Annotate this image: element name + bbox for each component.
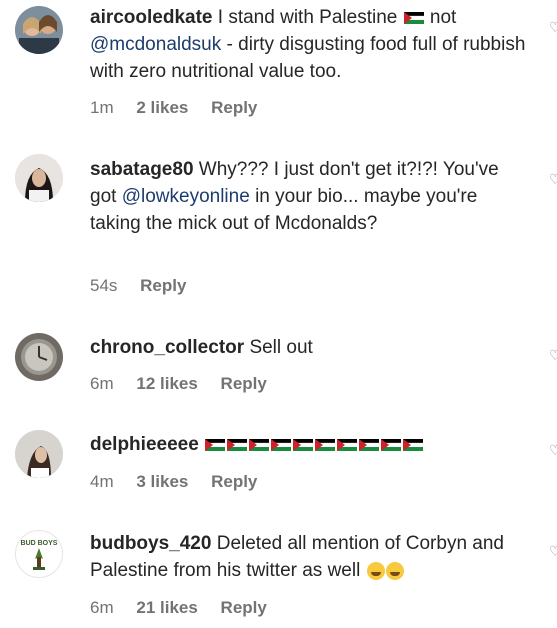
- palestine-flag-icon: [205, 439, 225, 451]
- flag-emoji-row: [204, 434, 424, 455]
- username[interactable]: budboys_420: [90, 533, 211, 554]
- avatar[interactable]: BUD BOYS: [15, 530, 63, 578]
- laughing-face-icon: [385, 561, 404, 580]
- comment-body: sabatage80 Why??? I just don't get it?!?…: [90, 156, 530, 237]
- comment-text-part: I stand with Palestine: [217, 7, 398, 28]
- comment-body: budboys_420 Deleted all mention of Corby…: [90, 530, 530, 584]
- comment-meta: 54s Reply: [90, 276, 204, 296]
- comment-meta: 4m 3 likes Reply: [90, 472, 275, 492]
- comment-text-part: Sell out: [249, 337, 313, 358]
- palestine-flag-icon: [227, 439, 247, 451]
- palestine-flag-icon: [315, 439, 335, 451]
- avatar[interactable]: [15, 6, 63, 54]
- likes-count[interactable]: 21 likes: [136, 598, 197, 617]
- username[interactable]: chrono_collector: [90, 337, 244, 358]
- comment-meta: 6m 12 likes Reply: [90, 374, 285, 394]
- username[interactable]: delphieeeee: [90, 434, 199, 455]
- comment-text: delphieeeee: [90, 431, 530, 458]
- likes-count[interactable]: 3 likes: [136, 472, 188, 491]
- heart-icon[interactable]: ♡: [549, 443, 557, 457]
- timestamp: 4m: [90, 472, 114, 491]
- palestine-flag-icon: [293, 439, 313, 451]
- comment-text: budboys_420 Deleted all mention of Corby…: [90, 530, 530, 584]
- comment-text: sabatage80 Why??? I just don't get it?!?…: [90, 156, 530, 237]
- timestamp: 6m: [90, 374, 114, 393]
- reply-button[interactable]: Reply: [221, 374, 267, 393]
- comment-body: delphieeeee: [90, 431, 530, 458]
- comment-body: chrono_collector Sell out: [90, 334, 530, 361]
- avatar-logo-text: BUD BOYS: [21, 540, 58, 547]
- timestamp: 54s: [90, 276, 118, 295]
- palestine-flag-icon: [403, 439, 423, 451]
- palestine-flag-icon: [337, 439, 357, 451]
- mention-link[interactable]: @mcdonaldsuk: [90, 34, 221, 55]
- timestamp: 1m: [90, 98, 114, 117]
- reply-button[interactable]: Reply: [211, 472, 257, 491]
- comment-body: aircooledkate I stand with Palestine not…: [90, 4, 530, 85]
- crying-face-icon: [366, 561, 385, 580]
- reply-button[interactable]: Reply: [140, 276, 186, 295]
- avatar[interactable]: [15, 430, 63, 478]
- palestine-flag-icon: [381, 439, 401, 451]
- username[interactable]: sabatage80: [90, 159, 194, 180]
- heart-icon[interactable]: ♡: [549, 544, 557, 558]
- avatar[interactable]: [15, 154, 63, 202]
- palestine-flag-icon: [249, 439, 269, 451]
- username[interactable]: aircooledkate: [90, 7, 213, 28]
- palestine-flag-icon: [359, 439, 379, 451]
- timestamp: 6m: [90, 598, 114, 617]
- palestine-flag-icon: [271, 439, 291, 451]
- heart-icon[interactable]: ♡: [549, 20, 557, 34]
- comment-meta: 6m 21 likes Reply: [90, 598, 285, 618]
- heart-icon[interactable]: ♡: [549, 348, 557, 362]
- likes-count[interactable]: 12 likes: [136, 374, 197, 393]
- heart-icon[interactable]: ♡: [549, 172, 557, 186]
- comment-text: chrono_collector Sell out: [90, 334, 530, 361]
- mention-link[interactable]: @lowkeyonline: [122, 186, 250, 207]
- comment-meta: 1m 2 likes Reply: [90, 98, 275, 118]
- comment-text: aircooledkate I stand with Palestine not…: [90, 4, 530, 85]
- palestine-flag-icon: [404, 12, 424, 24]
- reply-button[interactable]: Reply: [221, 598, 267, 617]
- likes-count[interactable]: 2 likes: [136, 98, 188, 117]
- comment-text-part: not: [429, 7, 457, 28]
- reply-button[interactable]: Reply: [211, 98, 257, 117]
- avatar[interactable]: [15, 333, 63, 381]
